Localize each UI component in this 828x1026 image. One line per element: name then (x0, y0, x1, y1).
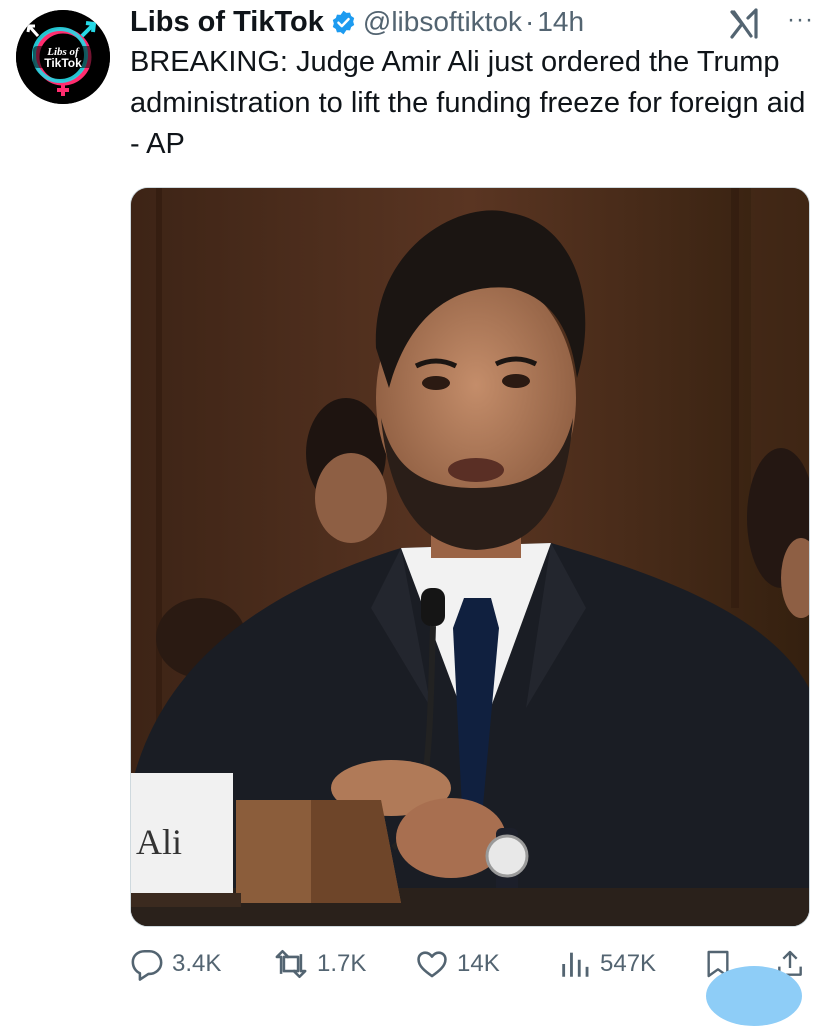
more-icon[interactable]: ··· (787, 6, 814, 34)
author-handle[interactable]: @libsoftiktok (363, 6, 522, 38)
libs-of-tiktok-logo: Libs of TikTok (16, 10, 110, 104)
tweet-actions: 3.4K 1.7K 14K 547K (130, 944, 810, 984)
reply-count: 3.4K (172, 950, 222, 977)
repost-icon (275, 949, 307, 979)
nameplate-text: Ali (136, 822, 182, 862)
tweet-media-photo[interactable]: Ali (130, 187, 810, 927)
separator-dot: · (525, 6, 535, 37)
reply-button[interactable]: 3.4K (130, 944, 221, 984)
hearing-photo: Ali (131, 188, 809, 926)
reply-icon (131, 949, 163, 981)
like-icon (417, 951, 447, 978)
svg-text:TikTok: TikTok (44, 56, 82, 70)
views-button[interactable]: 547K (558, 944, 656, 984)
repost-button[interactable]: 1.7K (273, 944, 366, 984)
views-count: 547K (600, 950, 657, 977)
views-icon (562, 952, 589, 977)
like-button[interactable]: 14K (415, 944, 500, 984)
timestamp[interactable]: 14h (537, 6, 584, 38)
author-name[interactable]: Libs of TikTok (130, 6, 324, 39)
like-count: 14K (457, 950, 500, 977)
compose-fab-edge[interactable] (706, 966, 802, 1026)
tweet-header: Libs of TikTok @libsoftiktok · 14h ··· (130, 2, 814, 42)
grok-icon[interactable] (726, 6, 762, 47)
repost-count: 1.7K (317, 950, 367, 977)
avatar[interactable]: Libs of TikTok (16, 10, 110, 104)
verified-badge-icon (330, 9, 357, 36)
tweet-text: BREAKING: Judge Amir Ali just ordered th… (130, 46, 806, 160)
